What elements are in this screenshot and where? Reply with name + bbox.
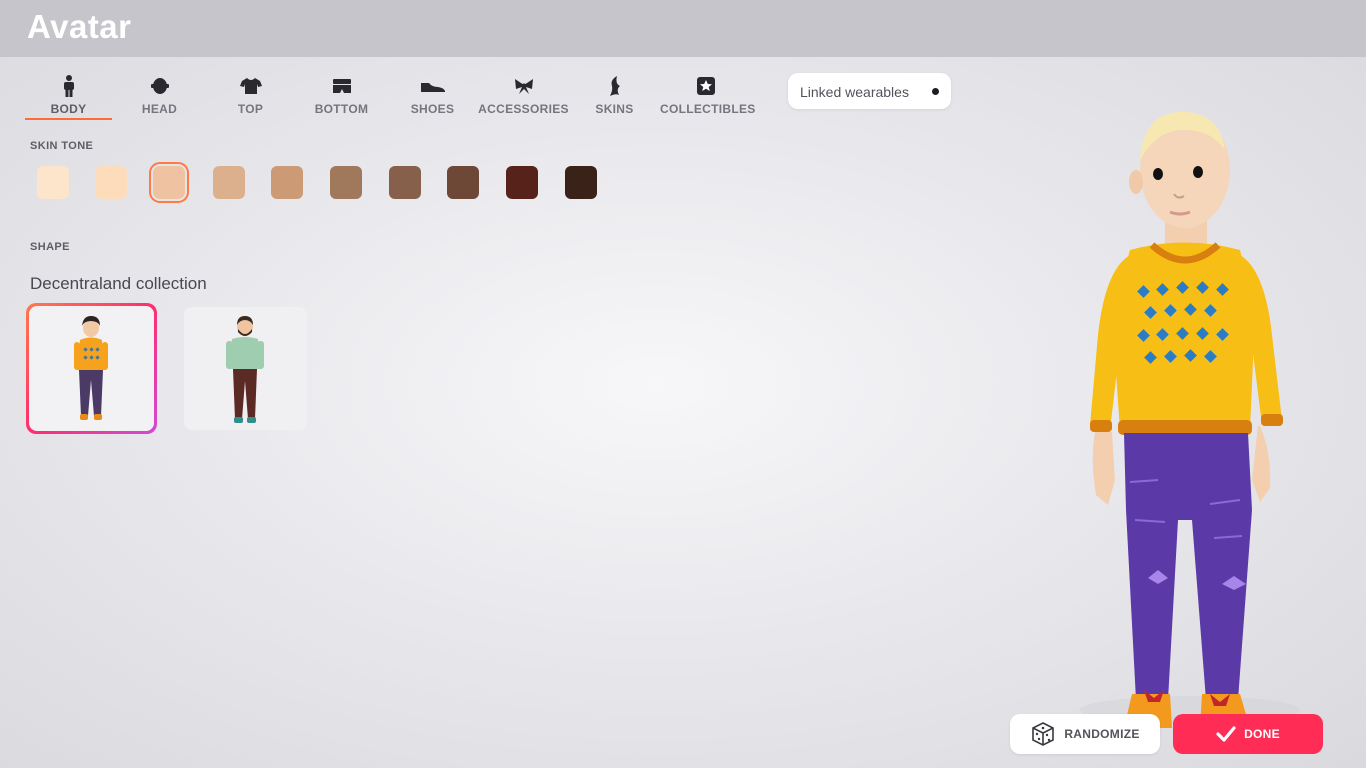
page-title: Avatar: [27, 8, 132, 45]
shape-option-male[interactable]: [184, 307, 307, 430]
tab-accessories[interactable]: ACCESSORIES: [478, 73, 569, 121]
tab-label: BOTTOM: [314, 102, 369, 116]
tab-label: SHOES: [410, 102, 455, 116]
skin-tone-swatch[interactable]: [565, 166, 597, 199]
tab-label: COLLECTIBLES: [660, 102, 756, 116]
tab-label: HEAD: [141, 102, 178, 116]
dropdown-indicator-icon: [932, 88, 939, 95]
collection-title: Decentraland collection: [30, 274, 207, 293]
avatar-preview[interactable]: [1060, 100, 1320, 740]
tab-label: TOP: [237, 102, 264, 116]
checkmark-icon: [1216, 726, 1236, 742]
tab-shoes[interactable]: SHOES: [387, 73, 478, 121]
tab-head[interactable]: HEAD: [114, 73, 205, 121]
skin-tone-label: SKIN TONE: [30, 140, 94, 152]
skin-tone-swatch[interactable]: [149, 162, 189, 203]
avatar-3d-model: [1080, 111, 1300, 728]
tab-bottom[interactable]: BOTTOM: [296, 73, 387, 121]
shape-option-female[interactable]: [26, 303, 157, 434]
skin-tone-swatch[interactable]: [389, 166, 421, 199]
tab-skins[interactable]: SKINS: [569, 73, 660, 121]
skin-tone-swatch[interactable]: [95, 166, 127, 199]
head-icon: [114, 74, 205, 98]
dice-icon: [1030, 721, 1056, 747]
tab-top[interactable]: TOP: [205, 73, 296, 121]
header-bar: Avatar: [0, 0, 1366, 57]
body-icon: [23, 74, 114, 98]
randomize-button[interactable]: RANDOMIZE: [1010, 714, 1160, 754]
shape-label: SHAPE: [30, 241, 70, 253]
bottom-icon: [296, 74, 387, 98]
skin-tone-swatch[interactable]: [271, 166, 303, 199]
randomize-label: RANDOMIZE: [1064, 727, 1140, 741]
linked-wearables-dropdown[interactable]: Linked wearables: [788, 73, 951, 109]
top-icon: [205, 74, 296, 98]
female-avatar-thumbnail: [74, 316, 108, 420]
tab-label: SKINS: [595, 102, 634, 116]
collectibles-icon: [660, 74, 751, 98]
accessories-icon: [478, 74, 569, 98]
skin-tone-swatch[interactable]: [213, 166, 245, 199]
done-label: DONE: [1244, 727, 1280, 741]
skin-tone-swatch[interactable]: [506, 166, 538, 199]
dropdown-label: Linked wearables: [800, 84, 909, 100]
done-button[interactable]: DONE: [1173, 714, 1323, 754]
skin-tone-swatch[interactable]: [447, 166, 479, 199]
skins-icon: [569, 74, 660, 98]
skin-tone-swatch[interactable]: [330, 166, 362, 199]
tab-label: ACCESSORIES: [478, 102, 569, 116]
male-avatar-thumbnail: [226, 316, 264, 423]
tab-body[interactable]: BODY: [23, 73, 114, 121]
tab-label: BODY: [50, 102, 87, 116]
tab-collectibles[interactable]: COLLECTIBLES: [660, 73, 756, 121]
skin-tone-swatch[interactable]: [37, 166, 69, 199]
shoes-icon: [387, 74, 478, 98]
